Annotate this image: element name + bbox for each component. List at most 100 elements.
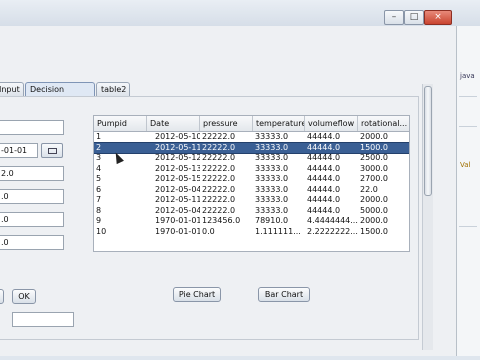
table-cell: 33333.0 — [255, 205, 289, 215]
column-header[interactable]: temperature — [253, 116, 305, 131]
column-header[interactable]: rotational... — [358, 116, 409, 131]
table-cell: 22222.0 — [202, 142, 236, 152]
input-field[interactable]: .0 — [0, 235, 64, 250]
table-cell: 1970-01-01 — [155, 226, 200, 236]
table-cell: 22222.0 — [202, 205, 236, 215]
scrollbar-thumb[interactable] — [424, 86, 432, 196]
divider — [459, 126, 477, 127]
input-field[interactable] — [0, 120, 64, 135]
table-cell: 2012-05-15 — [155, 174, 200, 183]
ok-button[interactable]: OK — [12, 289, 36, 304]
editor-text-line: java — [460, 72, 475, 80]
table-cell: 2012-05-04 — [155, 184, 200, 194]
table-row[interactable]: 9 1970-01-01 123456.0 78910.0 4.4444444... 20… — [94, 216, 409, 226]
divider — [459, 96, 477, 97]
window-titlebar: – □ × — [0, 0, 480, 26]
column-header[interactable]: volumeflow — [305, 116, 358, 131]
table-cell: 3000.0 — [360, 163, 388, 173]
tab-input[interactable]: Input — [0, 82, 24, 96]
table-row[interactable]: 5 2012-05-15 22222.0 33333.0 44444.0 2700.0 — [94, 174, 409, 184]
pump-data-table[interactable]: Pumpid Date pressure temperature volumeflow r… — [93, 115, 410, 252]
table-cell: 2000.0 — [360, 195, 388, 204]
table-cell: 9 — [96, 216, 102, 225]
table-cell: 1970-01-01 — [155, 216, 200, 225]
calendar-icon — [48, 148, 57, 154]
tab-decision-making[interactable]: Decision Making — [25, 82, 95, 108]
table-cell: 5000.0 — [360, 205, 388, 215]
table-cell: 2012-05-11 — [155, 195, 200, 204]
table-cell: 6 — [96, 184, 102, 194]
table-cell: 2012-05-13 — [155, 163, 200, 173]
table-cell: 2700.0 — [360, 174, 388, 183]
table-cell: 44444.0 — [307, 163, 341, 173]
table-cell: 44444.0 — [307, 195, 341, 204]
table-cell: 5 — [96, 174, 102, 183]
table-cell: 1.111111... — [255, 226, 301, 236]
table-cell: 33333.0 — [255, 195, 289, 204]
table-cell: 2000.0 — [360, 216, 388, 225]
table-cell: 1 — [96, 132, 102, 141]
column-header[interactable]: Date — [147, 116, 200, 131]
table-cell: 2012-05-11 — [155, 142, 200, 152]
table-cell: 1500.0 — [360, 142, 388, 152]
table-cell: 1500.0 — [360, 226, 388, 236]
table-row[interactable]: 2 2012-05-11 22222.0 33333.0 44444.0 1500.0 — [94, 141, 409, 154]
table-row[interactable]: 6 2012-05-04 22222.0 33333.0 44444.0 22.0 — [94, 184, 409, 195]
table-cell: 2012-05-10 — [155, 132, 200, 141]
table-cell: 4 — [96, 163, 102, 173]
table-cell: 2012-05-04 — [155, 205, 200, 215]
maximize-button[interactable]: □ — [404, 10, 424, 25]
table-cell: 2.2222222... — [307, 226, 358, 236]
table-cell: 33333.0 — [255, 153, 289, 162]
divider — [459, 226, 477, 227]
table-row[interactable]: 8 2012-05-04 22222.0 33333.0 44444.0 5000.0 — [94, 205, 409, 216]
screen: – □ × java Val Input Decision Making tab… — [0, 0, 480, 360]
table-cell: 0.0 — [202, 226, 215, 236]
table-cell: 2500.0 — [360, 153, 388, 162]
table-cell: 22222.0 — [202, 184, 236, 194]
minimize-button[interactable]: – — [384, 10, 404, 25]
editor-text-line: Val — [460, 161, 471, 169]
column-header[interactable]: pressure — [200, 116, 253, 131]
input-field[interactable]: .0 — [0, 189, 64, 204]
table-cell: 4.4444444... — [307, 216, 358, 225]
calendar-button[interactable] — [41, 143, 63, 158]
table-cell: 33333.0 — [255, 142, 289, 152]
table-cell: 33333.0 — [255, 184, 289, 194]
table-cell: 22.0 — [360, 184, 378, 194]
table-cell: 33333.0 — [255, 174, 289, 183]
table-row[interactable]: 3 2012-05-12 22222.0 33333.0 44444.0 2500.0 — [94, 153, 409, 163]
table-cell: 44444.0 — [307, 132, 341, 141]
table-cell: 44444.0 — [307, 142, 341, 152]
table-cell: 22222.0 — [202, 195, 236, 204]
bottom-input-field[interactable] — [12, 312, 74, 327]
table-cell: 44444.0 — [307, 184, 341, 194]
table-cell: 22222.0 — [202, 132, 236, 141]
vertical-scrollbar[interactable] — [422, 84, 433, 350]
input-field[interactable]: .0 — [0, 212, 64, 227]
date-field[interactable]: -01-01 — [0, 143, 38, 158]
column-header[interactable]: Pumpid — [94, 116, 147, 131]
tab-table2[interactable]: table2 — [96, 82, 130, 96]
table-cell: 8 — [96, 205, 102, 215]
table-row[interactable]: 10 1970-01-01 0.0 1.111111... 2.2222222... 15… — [94, 226, 409, 237]
table-row[interactable]: 4 2012-05-13 22222.0 33333.0 44444.0 3000.0 — [94, 163, 409, 174]
table-cell: 123456.0 — [202, 216, 241, 225]
table-cell: 22222.0 — [202, 153, 236, 162]
input-field[interactable]: 2.0 — [0, 166, 64, 181]
pie-chart-button[interactable]: Pie Chart — [173, 287, 221, 302]
table-cell: 2000.0 — [360, 132, 388, 141]
close-button[interactable]: × — [424, 10, 452, 25]
table-cell: 44444.0 — [307, 205, 341, 215]
table-cell: 33333.0 — [255, 163, 289, 173]
table-cell: 2012-05-12 — [155, 153, 200, 162]
table-cell: 22222.0 — [202, 163, 236, 173]
table-row[interactable]: 1 2012-05-10 22222.0 33333.0 44444.0 2000.0 — [94, 132, 409, 142]
table-cell: 22222.0 — [202, 174, 236, 183]
table-row[interactable]: 7 2012-05-11 22222.0 33333.0 44444.0 2000.0 — [94, 195, 409, 205]
partial-button[interactable] — [0, 289, 4, 304]
table-cell: 33333.0 — [255, 132, 289, 141]
table-cell: 10 — [96, 226, 107, 236]
bar-chart-button[interactable]: Bar Chart — [258, 287, 310, 302]
table-header: Pumpid Date pressure temperature volumeflow r… — [94, 116, 409, 132]
